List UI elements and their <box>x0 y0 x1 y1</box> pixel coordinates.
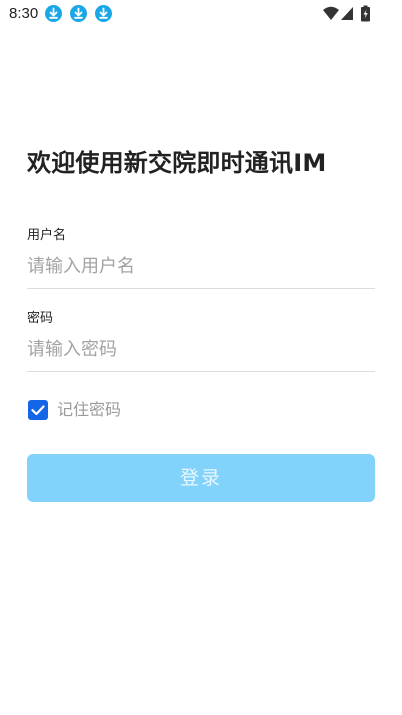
wifi-icon <box>323 6 339 20</box>
checkmark-icon <box>31 405 45 416</box>
username-underline <box>27 288 375 289</box>
password-input[interactable] <box>27 331 375 367</box>
page-title: 欢迎使用新交院即时通讯IM <box>27 149 327 177</box>
login-screen: 8:30 欢迎使用新交院即时通讯IM 用户名 请输入用户名 密码 记住密码 登录 <box>0 0 402 715</box>
download-icon <box>70 5 87 22</box>
cell-signal-icon <box>341 7 353 20</box>
battery-charging-icon <box>361 5 370 22</box>
login-button[interactable]: 登录 <box>27 454 375 502</box>
remember-password-checkbox[interactable] <box>28 400 48 420</box>
remember-password-label[interactable]: 记住密码 <box>57 400 121 420</box>
username-input[interactable] <box>27 248 375 284</box>
download-icon <box>95 5 112 22</box>
password-label: 密码 <box>27 311 54 326</box>
username-label: 用户名 <box>27 228 67 243</box>
download-icon <box>45 5 62 22</box>
password-underline <box>27 371 375 372</box>
status-time: 8:30 <box>9 5 39 22</box>
status-bar: 8:30 <box>0 0 402 28</box>
